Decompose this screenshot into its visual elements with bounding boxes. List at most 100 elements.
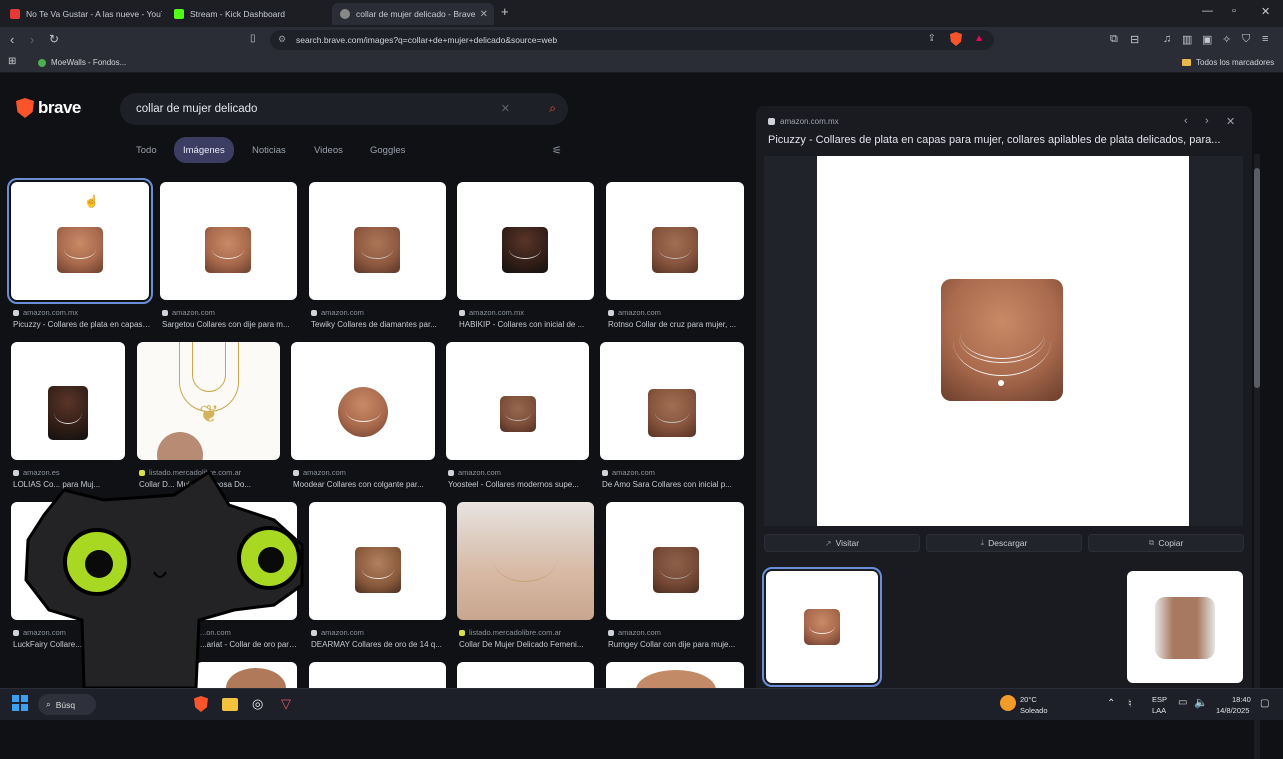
volume-icon[interactable]: 🔈 [1194,696,1208,709]
result-thumbnail[interactable]: ❦ [137,342,280,460]
logo-text: brave [38,98,81,117]
image-result[interactable]: amazon.com Sargetou Collares con dije pa… [160,182,297,332]
tab-youtube[interactable]: No Te Va Gustar - A las nueve - YouTube [2,3,162,25]
result-title: Rumgey Collar con dije para muje... [608,640,736,649]
image-result[interactable]: amazon.com Rotnso Collar de cruz para mu… [606,182,744,332]
language-indicator[interactable]: ESP [1152,695,1167,704]
preview-image[interactable] [817,156,1189,526]
clock-date[interactable]: 14/8/2025 [1216,706,1249,715]
app-icon[interactable]: ▽ [281,696,291,712]
chrome-icon[interactable]: ◎ [252,696,263,712]
file-explorer-icon[interactable] [222,698,238,711]
tab-videos[interactable]: Videos [305,137,352,163]
image-result[interactable]: amazon.com.mx HABIKIP - Collares con ini… [457,182,594,332]
search-input[interactable]: collar de mujer delicado ✕ ⌕ [120,93,568,125]
screenshot-icon[interactable]: ⊟ [1130,33,1139,46]
result-thumbnail[interactable] [457,662,594,688]
share-icon[interactable]: ⇪ [928,33,936,44]
image-result[interactable]: amazon.com De Amo Sara Collares con inic… [600,342,744,492]
rewards-icon[interactable]: ▲ [974,33,984,44]
image-result[interactable]: ☝ amazon.com.mx Picuzzy - Collares de pl… [7,178,153,332]
chevron-up-icon[interactable]: ⌃ [1107,698,1115,709]
back-icon[interactable]: ‹ [10,32,14,47]
result-thumbnail[interactable] [606,182,744,300]
clear-icon[interactable]: ✕ [501,102,510,115]
result-thumbnail[interactable] [606,502,744,620]
result-source: amazon.com [608,628,661,637]
result-title: Rotnso Collar de cruz para mujer, ... [608,320,737,329]
download-button[interactable]: ⤓ Descargar [926,534,1082,552]
minimize-icon[interactable]: — [1202,5,1213,17]
copy-button[interactable]: ⧉ Copiar [1088,534,1244,552]
result-thumbnail[interactable] [457,182,594,300]
all-bookmarks[interactable]: Todos los marcadores [1182,58,1274,67]
result-thumbnail[interactable] [7,178,153,304]
new-tab-button[interactable]: + [501,4,509,19]
tab-imagenes[interactable]: Imágenes [174,137,234,163]
vpn-icon[interactable]: ⛉ [1242,33,1250,46]
result-thumbnail[interactable] [309,182,446,300]
wallet-icon[interactable]: ▣ [1202,33,1212,46]
tab-title: No Te Va Gustar - A las nueve - YouTube [26,9,162,19]
visit-button[interactable]: ↗ Visitar [764,534,920,552]
result-thumbnail[interactable] [600,342,744,460]
tab-noticias[interactable]: Noticias [243,137,295,163]
image-result[interactable]: listado.mercadolibre.com.ar Collar De Mu… [457,502,594,652]
result-thumbnail[interactable] [309,662,446,688]
site-info-icon[interactable]: ⚙ [278,34,286,45]
windows-start-icon[interactable] [12,695,28,711]
previous-icon[interactable]: ‹ [1184,115,1188,127]
maximize-icon[interactable]: ▫ [1232,5,1236,17]
image-result[interactable]: amazon.com Tewiky Collares de diamantes … [309,182,446,332]
music-icon[interactable]: ♫ [1163,33,1171,45]
result-thumbnail[interactable] [457,502,594,620]
result-thumbnail[interactable] [160,182,297,300]
tab-brave-search[interactable]: collar de mujer delicado - Brave ✕ [332,3,494,25]
image-result[interactable]: amazon.com Moodear Collares con colgante… [291,342,435,492]
result-thumbnail[interactable] [309,502,446,620]
extensions-icon[interactable]: ⧉ [1110,33,1118,46]
taskbar-search[interactable]: ⌕ Búsq [38,694,96,715]
brave-shields-icon[interactable] [950,32,962,46]
tab-title: Stream - Kick Dashboard [190,9,285,19]
filter-icon[interactable]: ⚟ [552,144,562,157]
weather-icon[interactable] [1000,695,1016,711]
brave-logo[interactable]: brave [16,98,81,118]
next-icon[interactable]: › [1205,115,1209,127]
result-thumbnail[interactable] [606,662,744,688]
network-icon[interactable]: ▭ [1178,697,1187,708]
related-thumbnail[interactable] [1127,571,1243,683]
microphone-icon[interactable]: ♮ [1128,697,1132,710]
result-thumbnail[interactable] [291,342,435,460]
clock-time[interactable]: 18:40 [1232,695,1251,704]
image-result[interactable]: amazon.com Rumgey Collar con dije para m… [606,502,744,652]
weather-temp: 20°C [1020,695,1037,704]
result-thumbnail[interactable] [446,342,589,460]
keyboard-layout[interactable]: LAA [1152,706,1166,715]
close-window-icon[interactable]: ✕ [1261,5,1270,18]
leo-ai-icon[interactable]: ✧ [1222,33,1231,46]
apps-grid-icon[interactable]: ⊞ [8,56,16,67]
tab-kick[interactable]: Stream - Kick Dashboard [166,3,328,25]
search-icon[interactable]: ⌕ [549,101,556,116]
tab-goggles[interactable]: Goggles [361,137,414,163]
brave-taskbar-icon[interactable] [194,696,208,712]
tab-todo[interactable]: Todo [127,137,166,163]
windows-taskbar: ⌕ Búsq ◎ ▽ 20°C Soleado ⌃ ♮ ESP LAA ▭ 🔈 1… [0,688,1283,720]
page-scrollbar[interactable] [1254,154,1260,759]
result-thumbnail[interactable] [11,342,125,460]
scrollbar-thumb[interactable] [1254,168,1260,388]
reload-icon[interactable]: ↻ [49,32,59,46]
related-thumbnail[interactable] [762,567,882,687]
bookmark-icon[interactable]: ▯ [250,33,256,44]
sidebar-icon[interactable]: ▥ [1182,33,1192,46]
close-tab-icon[interactable]: ✕ [480,9,488,20]
image-result[interactable]: amazon.com Yoosteel - Collares modernos … [446,342,589,492]
image-result[interactable]: amazon.com DEARMAY Collares de oro de 14… [309,502,446,652]
bookmark-moewalls[interactable]: MoeWalls - Fondos... [38,58,126,67]
close-panel-icon[interactable]: ✕ [1226,115,1235,128]
menu-icon[interactable]: ≡ [1262,33,1268,45]
forward-icon[interactable]: › [30,32,34,47]
url-input[interactable]: ⚙ search.brave.com/images?q=collar+de+mu… [270,30,994,50]
notification-icon[interactable]: ▢ [1260,698,1269,709]
